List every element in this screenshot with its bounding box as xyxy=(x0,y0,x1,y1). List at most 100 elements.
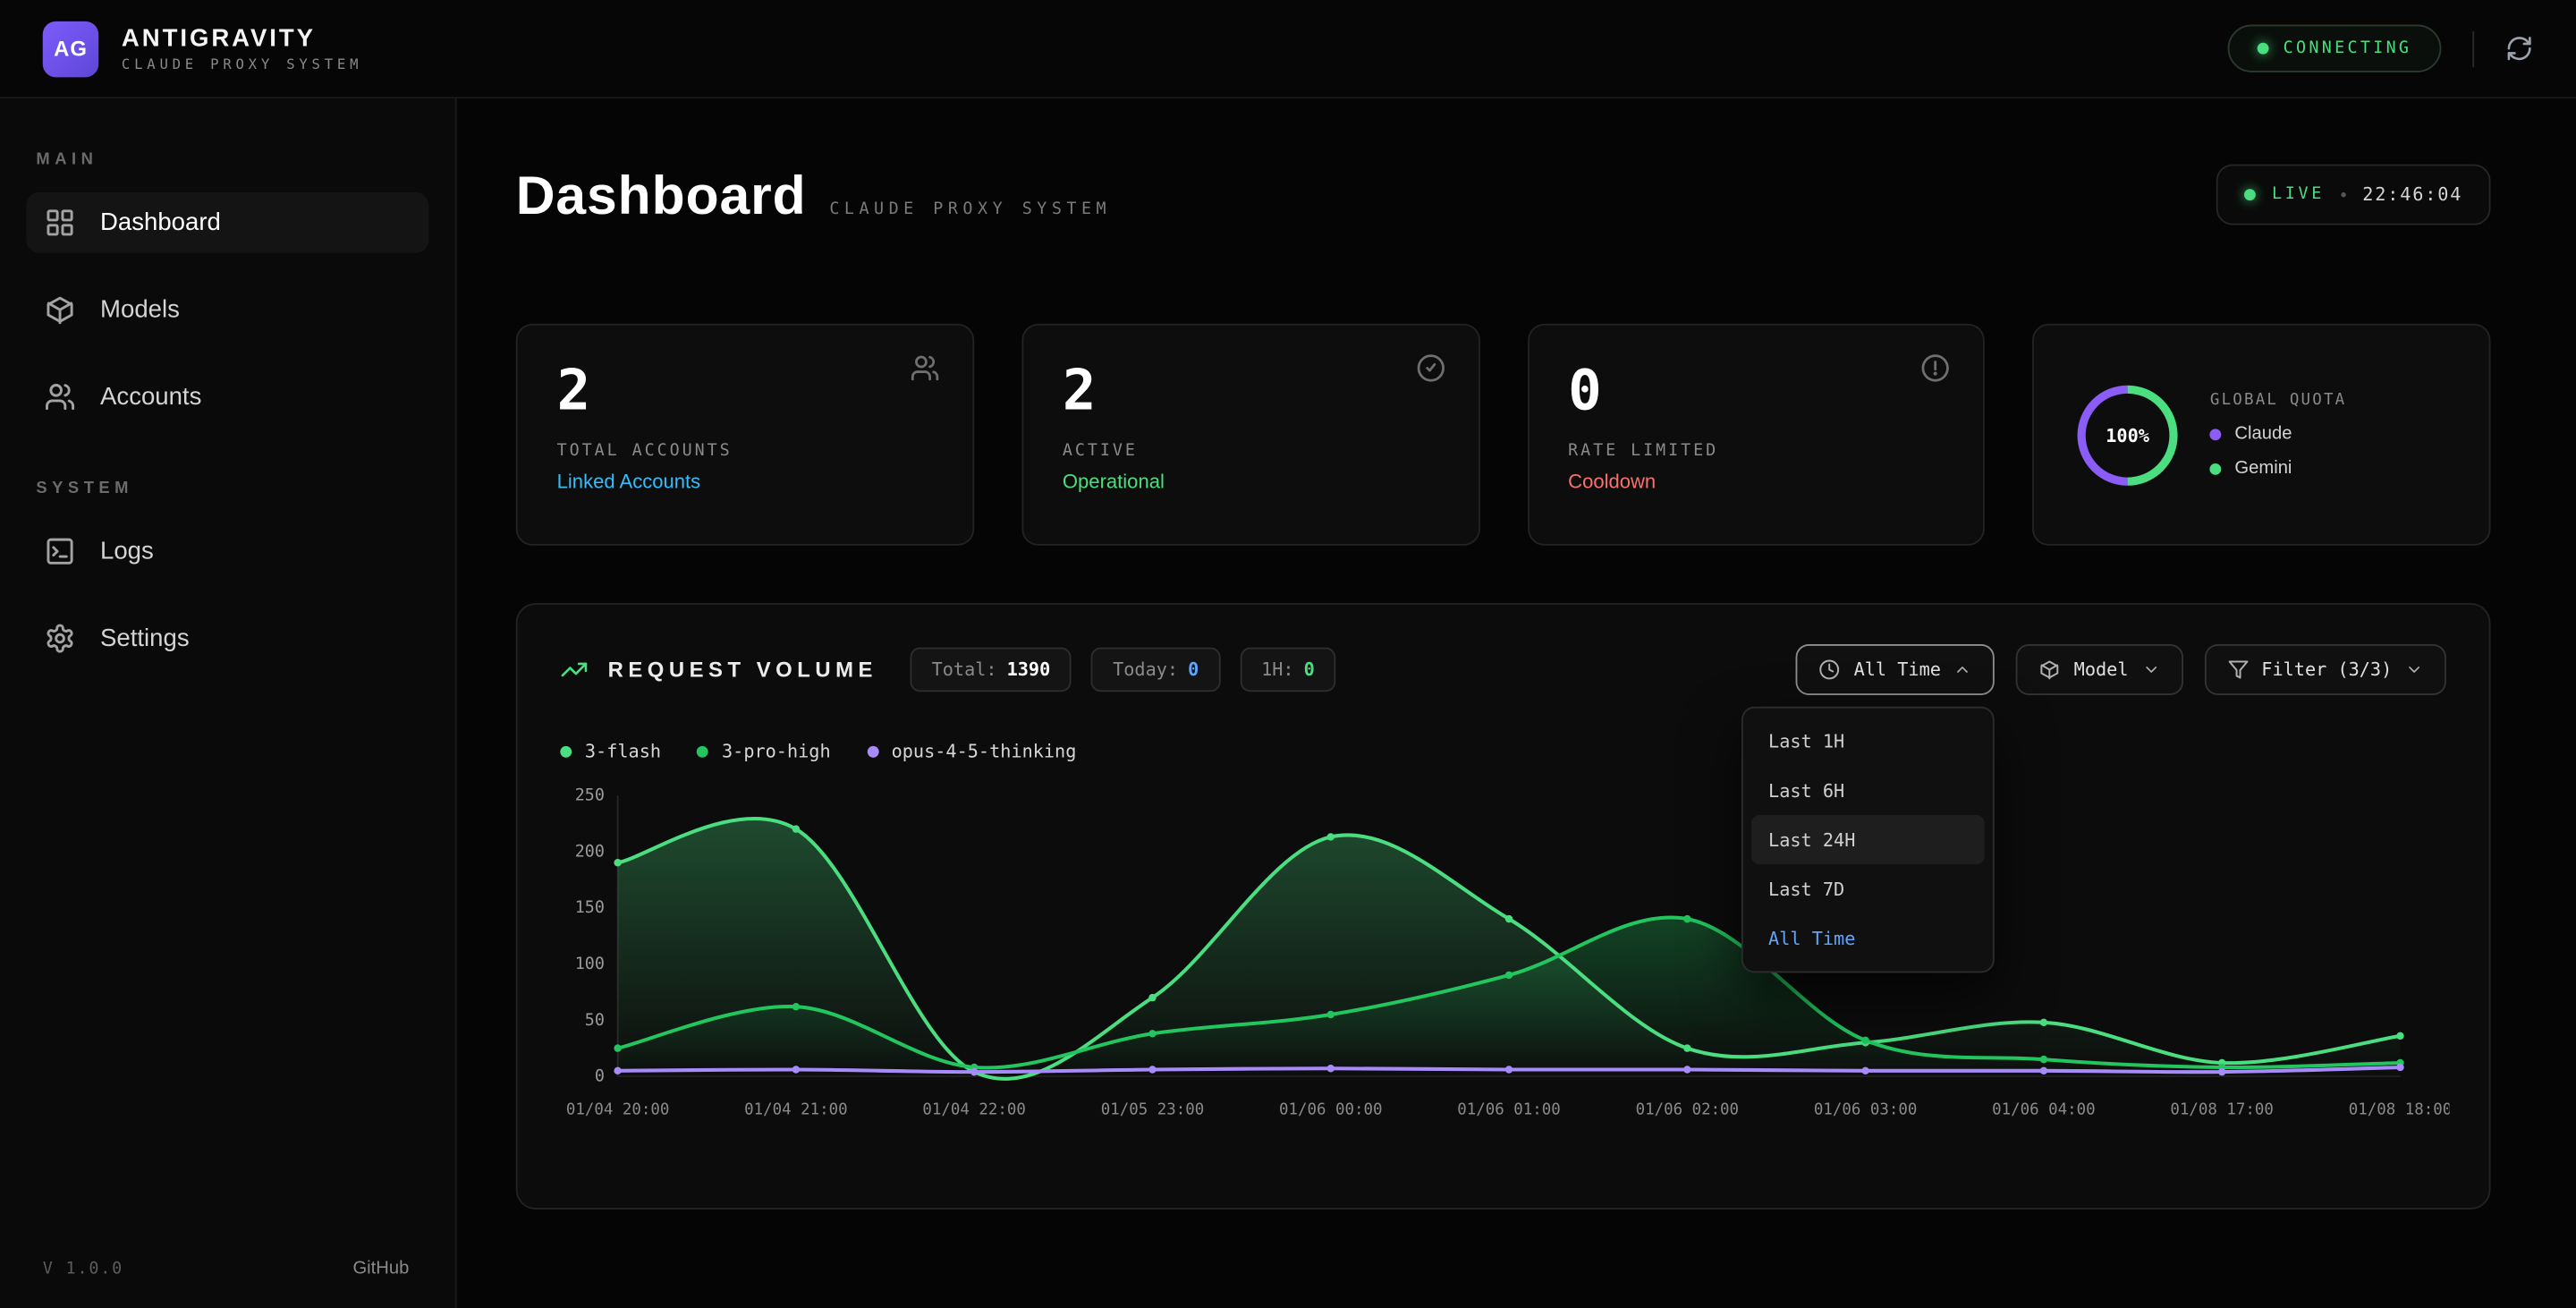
page-header: Dashboard CLAUDE PROXY SYSTEM LIVE 22:46… xyxy=(516,165,2491,227)
stat-value: 2 xyxy=(557,358,933,425)
series-dot-icon xyxy=(697,746,708,758)
request-volume-chart: 05010015020025001/04 20:0001/04 21:0001/… xyxy=(560,782,2446,1139)
gemini-dot-icon xyxy=(2210,463,2222,474)
model-filter-button[interactable]: Model xyxy=(2016,644,2182,695)
brand: ANTIGRAVITY CLAUDE PROXY SYSTEM xyxy=(122,24,362,73)
clock-icon xyxy=(1819,659,1841,681)
stat-label: RATE LIMITED xyxy=(1568,442,1944,460)
stat-card-total-accounts: 2 TOTAL ACCOUNTS Linked Accounts xyxy=(516,324,974,546)
svg-text:100: 100 xyxy=(575,955,605,973)
stat-value: 2 xyxy=(1063,358,1438,425)
total-badge: Total: 1390 xyxy=(911,648,1072,692)
cube-icon xyxy=(2039,659,2061,681)
chevron-down-icon xyxy=(2141,660,2159,678)
sidebar-item-models[interactable]: Models xyxy=(26,279,428,340)
stat-label: ACTIVE xyxy=(1063,442,1438,460)
menu-item-last-6h[interactable]: Last 6H xyxy=(1752,766,1986,815)
sidebar-item-label: Logs xyxy=(100,538,154,565)
sidebar: MAINDashboardModelsAccountsSYSTEMLogsSet… xyxy=(0,98,457,1308)
app-logo: AG xyxy=(43,21,98,76)
github-link[interactable]: GitHub xyxy=(352,1259,409,1278)
svg-text:0: 0 xyxy=(595,1067,605,1086)
series-dot-icon xyxy=(560,746,572,758)
stat-sub: Operational xyxy=(1063,470,1438,493)
svg-text:01/04 21:00: 01/04 21:00 xyxy=(744,1100,847,1118)
quota-percent: 100% xyxy=(2106,424,2150,446)
status-dot-icon xyxy=(2257,43,2268,55)
stat-card-global-quota: 100% GLOBAL QUOTA Claude Gemini xyxy=(2033,324,2491,546)
gear-icon xyxy=(45,623,76,654)
filter-button[interactable]: Filter (3/3) xyxy=(2204,644,2446,695)
quota-legend-label: Gemini xyxy=(2234,458,2292,478)
chart-header: REQUEST VOLUME Total: 1390 Today: 0 1H: … xyxy=(560,644,2446,695)
svg-text:01/06 02:00: 01/06 02:00 xyxy=(1636,1100,1739,1118)
live-status-badge: LIVE 22:46:04 xyxy=(2216,165,2491,225)
topbar-right: CONNECTING xyxy=(2227,25,2533,72)
legend-item-opus-4-5-thinking: opus-4-5-thinking xyxy=(867,741,1076,762)
svg-text:01/06 04:00: 01/06 04:00 xyxy=(1992,1100,2095,1118)
users-icon xyxy=(910,353,939,391)
today-badge: Today: 0 xyxy=(1091,648,1220,692)
app-window: AG ANTIGRAVITY CLAUDE PROXY SYSTEM CONNE… xyxy=(0,0,2576,1308)
version-label: V 1.0.0 xyxy=(43,1260,123,1278)
request-volume-panel: REQUEST VOLUME Total: 1390 Today: 0 1H: … xyxy=(516,603,2491,1210)
time-range-label: All Time xyxy=(1854,659,1941,681)
page-title: Dashboard xyxy=(516,165,807,227)
separator-dot-icon xyxy=(2341,192,2346,198)
clock: 22:46:04 xyxy=(2362,184,2462,206)
stat-sub: Linked Accounts xyxy=(557,470,933,493)
sidebar-item-label: Settings xyxy=(100,624,190,652)
sidebar-item-dashboard[interactable]: Dashboard xyxy=(26,192,428,253)
menu-item-last-1h[interactable]: Last 1H xyxy=(1752,717,1986,766)
sidebar-item-logs[interactable]: Logs xyxy=(26,521,428,582)
chevron-up-icon xyxy=(1954,660,1972,678)
claude-dot-icon xyxy=(2210,428,2222,439)
stat-card-rate-limited: 0 RATE LIMITED Cooldown xyxy=(1527,324,1985,546)
sidebar-item-label: Dashboard xyxy=(100,208,221,236)
svg-text:150: 150 xyxy=(575,898,605,917)
badge-label: Today: xyxy=(1113,659,1178,681)
badge-value: 1390 xyxy=(1007,659,1051,681)
legend-label: opus-4-5-thinking xyxy=(892,741,1077,762)
filter-label: Filter (3/3) xyxy=(2261,659,2392,681)
quota-legend-label: Claude xyxy=(2234,424,2292,444)
connection-status-badge: CONNECTING xyxy=(2227,25,2441,72)
model-filter-label: Model xyxy=(2074,659,2129,681)
chart-controls: All Time Last 1HLast 6HLast 24HLast 7DAl… xyxy=(1796,644,2446,695)
svg-text:01/06 00:00: 01/06 00:00 xyxy=(1279,1100,1382,1118)
sidebar-section: MAINDashboardModelsAccounts xyxy=(26,151,428,428)
menu-item-all-time[interactable]: All Time xyxy=(1752,913,1986,963)
chevron-down-icon xyxy=(2405,660,2423,678)
quota-donut: 100% xyxy=(2073,380,2182,488)
line-chart-svg: 05010015020025001/04 20:0001/04 21:0001/… xyxy=(560,782,2449,1130)
quota-label: GLOBAL QUOTA xyxy=(2210,391,2347,409)
chart-legend: 3-flash3-pro-highopus-4-5-thinking xyxy=(560,741,2446,762)
refresh-icon xyxy=(2505,35,2533,63)
grid-icon xyxy=(45,207,76,238)
time-range-menu: Last 1HLast 6HLast 24HLast 7DAll Time xyxy=(1742,707,1996,973)
svg-text:01/04 22:00: 01/04 22:00 xyxy=(922,1100,1025,1118)
topbar: AG ANTIGRAVITY CLAUDE PROXY SYSTEM CONNE… xyxy=(0,0,2576,98)
time-range-button[interactable]: All Time xyxy=(1796,644,1995,695)
refresh-button[interactable] xyxy=(2505,35,2533,63)
menu-item-last-24h[interactable]: Last 24H xyxy=(1752,815,1986,864)
svg-text:01/06 03:00: 01/06 03:00 xyxy=(1814,1100,1917,1118)
stats-row: 2 TOTAL ACCOUNTS Linked Accounts 2 ACTIV… xyxy=(516,324,2491,546)
users-icon xyxy=(45,381,76,412)
sidebar-footer: V 1.0.0 GitHub xyxy=(43,1259,410,1278)
sidebar-section: SYSTEMLogsSettings xyxy=(26,480,428,668)
stat-card-active: 2 ACTIVE Operational xyxy=(1021,324,1479,546)
legend-item-3-pro-high: 3-pro-high xyxy=(697,741,830,762)
sidebar-nav: MAINDashboardModelsAccountsSYSTEMLogsSet… xyxy=(26,151,428,669)
svg-text:01/05 23:00: 01/05 23:00 xyxy=(1101,1100,1204,1118)
app-subtitle: CLAUDE PROXY SYSTEM xyxy=(122,56,362,72)
page-subtitle: CLAUDE PROXY SYSTEM xyxy=(829,200,1111,218)
menu-item-last-7d[interactable]: Last 7D xyxy=(1752,864,1986,913)
badge-label: Total: xyxy=(932,659,997,681)
sidebar-item-accounts[interactable]: Accounts xyxy=(26,367,428,428)
cube-icon xyxy=(45,294,76,326)
sidebar-item-settings[interactable]: Settings xyxy=(26,608,428,669)
badge-value: 0 xyxy=(1188,659,1199,681)
svg-text:01/06 01:00: 01/06 01:00 xyxy=(1457,1100,1560,1118)
quota-legend-gemini: Gemini xyxy=(2210,458,2347,478)
